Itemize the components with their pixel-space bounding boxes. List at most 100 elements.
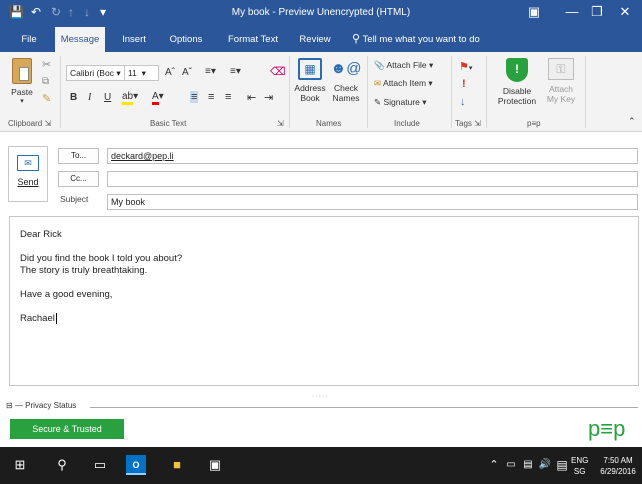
high-importance-icon[interactable]: ! xyxy=(462,78,466,90)
collapse-ribbon-icon[interactable]: ⌃ xyxy=(628,116,636,127)
paste-button[interactable]: Paste ▾ xyxy=(8,58,36,114)
outlook-icon[interactable]: O xyxy=(126,455,146,475)
tab-file[interactable]: File xyxy=(14,27,44,52)
ribbon-display-options-icon[interactable]: ▣ xyxy=(522,4,546,20)
bold-button[interactable]: B xyxy=(70,92,77,103)
pep-group-label: p≡p xyxy=(527,119,541,128)
minimize-button[interactable]: — xyxy=(560,4,584,19)
dropdown-icon: ▾ xyxy=(116,68,121,78)
basic-text-group-label: Basic Text xyxy=(150,119,187,128)
file-explorer-icon[interactable]: ■ xyxy=(167,455,187,475)
align-right-icon[interactable]: ≡ xyxy=(225,91,231,103)
language-indicator[interactable]: ENG SG xyxy=(571,455,588,477)
tab-format-text[interactable]: Format Text xyxy=(222,27,284,52)
tab-insert[interactable]: Insert xyxy=(116,27,152,52)
attach-my-key-button[interactable]: ⚿ Attach My Key xyxy=(544,58,578,104)
format-painter-icon[interactable]: ✎ xyxy=(42,92,51,105)
privacy-status-pane: ⊟ — Privacy Status Secure & Trusted p≡p xyxy=(0,398,642,441)
align-center-icon[interactable]: ≡ xyxy=(208,91,214,103)
italic-button[interactable]: I xyxy=(88,92,91,103)
store-icon[interactable]: ▣ xyxy=(205,455,225,475)
clear-formatting-icon[interactable]: ⌫ xyxy=(270,65,286,78)
key-icon: ⚿ xyxy=(548,58,574,80)
include-group-label: Include xyxy=(394,119,420,128)
align-left-icon[interactable]: ≡ xyxy=(190,91,199,103)
font-color-icon[interactable]: A▾ xyxy=(152,91,164,105)
attach-item-button[interactable]: ✉ Attach Item ▾ xyxy=(374,78,433,89)
body-line: Dear Rick xyxy=(20,229,62,240)
privacy-header: ⊟ — Privacy Status xyxy=(6,401,77,410)
restore-button[interactable]: ❐ xyxy=(585,4,609,20)
check-names-button[interactable]: ☻@ Check Names xyxy=(329,58,363,103)
disable-protection-button[interactable]: ! Disable Protection xyxy=(492,58,542,106)
cc-field[interactable] xyxy=(107,171,638,187)
clock[interactable]: 7:50 AM 6/29/2016 xyxy=(596,455,640,477)
tags-group-label: Tags ⇲ xyxy=(455,119,481,128)
tell-me-label: Tell me what you want to do xyxy=(362,34,480,45)
signature-button[interactable]: ✎ Signature ▾ xyxy=(374,97,427,108)
follow-up-flag-icon[interactable]: ⚑▾ xyxy=(459,60,472,73)
close-button[interactable]: ✕ xyxy=(613,4,637,20)
dropdown-icon: ▾ xyxy=(141,68,146,78)
attach-item-icon: ✉ xyxy=(374,78,382,88)
copy-icon[interactable]: ⧉ xyxy=(42,76,49,87)
ribbon: Paste ▾ ✂ ⧉ ✎ Clipboard ⇲ Calibri (Boc ▾… xyxy=(0,52,642,132)
to-field[interactable]: deckard@pep.li xyxy=(107,148,638,164)
paste-label: Paste xyxy=(11,87,33,97)
body-line xyxy=(20,301,628,313)
ribbon-tabs: File Message Insert Options Format Text … xyxy=(0,27,642,52)
clipboard-icon xyxy=(12,58,32,84)
low-importance-icon[interactable]: ↓ xyxy=(460,96,466,108)
names-group-label: Names xyxy=(316,119,342,128)
body-line: The story is truly breathtaking. xyxy=(20,265,148,276)
paperclip-icon: 📎 xyxy=(374,60,385,70)
dropdown-icon: ▾ xyxy=(422,97,427,107)
font-size-combo[interactable]: 11 ▾ xyxy=(124,65,159,81)
task-view-icon[interactable]: ▭ xyxy=(90,455,110,475)
body-line: Rachael xyxy=(20,313,57,324)
body-line: Did you find the book I told you about? xyxy=(20,253,183,264)
cut-icon[interactable]: ✂ xyxy=(42,58,51,71)
grow-font-icon[interactable]: Aˆ xyxy=(165,67,175,78)
privacy-status-badge[interactable]: Secure & Trusted xyxy=(10,419,124,439)
pep-logo: p≡p xyxy=(588,416,626,441)
dialog-launcher-icon[interactable]: ⇲ xyxy=(474,119,481,128)
numbering-icon[interactable]: ≡▾ xyxy=(230,66,241,77)
lightbulb-icon: ⚲ xyxy=(352,33,361,45)
tell-me-search[interactable]: ⚲ Tell me what you want to do xyxy=(352,27,502,52)
increase-indent-icon[interactable]: ⇥ xyxy=(264,91,273,104)
subject-field[interactable]: My book xyxy=(107,194,638,210)
highlight-icon[interactable]: ab▾ xyxy=(122,91,138,105)
attach-file-button[interactable]: 📎 Attach File ▾ xyxy=(374,60,433,71)
body-line xyxy=(20,241,628,253)
signature-icon: ✎ xyxy=(374,97,382,107)
title-bar: 💾 ↶ ↻ ↑ ↓ ▾ My book - Preview Unencrypte… xyxy=(0,0,642,27)
tab-review[interactable]: Review xyxy=(294,27,336,52)
to-button[interactable]: To... xyxy=(58,148,99,164)
tab-message[interactable]: Message xyxy=(55,27,105,52)
bullets-icon[interactable]: ≡▾ xyxy=(205,66,216,77)
paste-dropdown-icon[interactable]: ▾ xyxy=(8,97,36,105)
tab-options[interactable]: Options xyxy=(164,27,208,52)
notification-icon[interactable]: ▤ xyxy=(552,455,572,475)
subject-label: Subject xyxy=(60,194,89,204)
font-name-combo[interactable]: Calibri (Boc ▾ xyxy=(66,65,126,81)
send-icon: ✉ xyxy=(17,155,39,171)
collapse-icon[interactable]: ⊟ xyxy=(6,401,13,410)
address-book-button[interactable]: ▦ Address Book xyxy=(293,58,327,103)
dropdown-icon: ▾ xyxy=(429,60,434,70)
dialog-launcher-icon[interactable]: ⇲ xyxy=(44,119,51,128)
address-book-icon: ▦ xyxy=(298,58,322,80)
dialog-launcher-icon[interactable]: ⇲ xyxy=(277,119,284,128)
message-body[interactable]: Dear Rick Did you find the book I told y… xyxy=(9,216,639,386)
cc-button[interactable]: Cc... xyxy=(58,171,99,187)
check-names-icon: ☻@ xyxy=(330,60,362,77)
send-button[interactable]: ✉ Send xyxy=(8,146,48,202)
decrease-indent-icon[interactable]: ⇤ xyxy=(247,91,256,104)
shrink-font-icon[interactable]: Aˇ xyxy=(182,67,192,78)
clipboard-group-label: Clipboard ⇲ xyxy=(8,119,52,128)
windows-start-icon[interactable]: ⊞ xyxy=(10,455,30,475)
to-recipient[interactable]: deckard@pep.li xyxy=(111,151,174,161)
search-icon[interactable]: ⚲ xyxy=(52,455,72,475)
underline-button[interactable]: U xyxy=(104,92,111,103)
